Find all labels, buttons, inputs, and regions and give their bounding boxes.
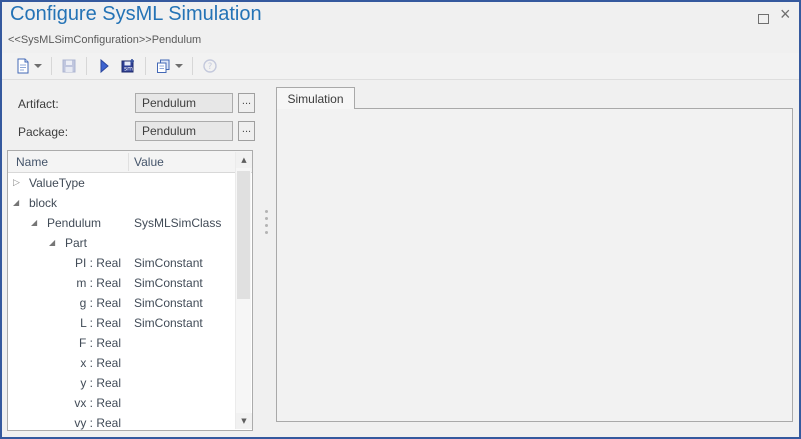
tree-item-name: m : Real xyxy=(8,273,121,293)
help-icon: ? xyxy=(202,58,218,74)
tree-item-value: SimConstant xyxy=(134,253,203,273)
run-simulation-button[interactable] xyxy=(92,54,116,78)
svg-text:?: ? xyxy=(208,62,213,72)
tree-item-name: L : Real xyxy=(8,313,121,333)
tree-item-name: Part xyxy=(65,233,87,253)
tree-item-name: Pendulum xyxy=(47,213,101,233)
tree-header: Name Value xyxy=(8,151,252,173)
toolbar: sm ? xyxy=(2,53,799,80)
tree-row[interactable]: g : Real SimConstant xyxy=(8,293,235,313)
scrollbar-thumb[interactable] xyxy=(237,171,250,299)
tree-item-name: x : Real xyxy=(8,353,121,373)
stereotype-subtitle: <<SysMLSimConfiguration>>Pendulum xyxy=(8,34,201,46)
collapse-icon[interactable]: ◢ xyxy=(31,213,37,233)
tree-row[interactable]: ▷ ValueType xyxy=(8,173,235,193)
collapse-icon[interactable]: ◢ xyxy=(49,233,55,253)
tab-simulation[interactable]: Simulation xyxy=(276,87,355,109)
tree-item-name: PI : Real xyxy=(8,253,121,273)
toolbar-separator xyxy=(145,57,146,75)
toolbar-separator xyxy=(86,57,87,75)
panel-splitter[interactable] xyxy=(265,210,268,234)
save-icon xyxy=(61,58,77,74)
tree-row[interactable]: F : Real xyxy=(8,333,235,353)
simulation-tab-page xyxy=(276,108,793,422)
tree-scrollbar[interactable]: ▲ ▼ xyxy=(235,152,251,429)
tree-item-value: SysMLSimClass xyxy=(134,213,221,233)
generate-code-icon: sm xyxy=(120,58,136,74)
tree-item-value: SimConstant xyxy=(134,313,203,333)
tree-item-name: F : Real xyxy=(8,333,121,353)
play-icon xyxy=(96,58,112,74)
tree-row[interactable]: y : Real xyxy=(8,373,235,393)
column-divider[interactable] xyxy=(128,153,129,171)
tree-item-name: g : Real xyxy=(8,293,121,313)
expand-icon[interactable]: ▷ xyxy=(13,173,20,193)
tree-row[interactable]: x : Real xyxy=(8,353,235,373)
copy-icon xyxy=(155,58,171,74)
artifact-label: Artifact: xyxy=(18,97,59,111)
tree-row[interactable]: L : Real SimConstant xyxy=(8,313,235,333)
tree-column-name[interactable]: Name xyxy=(16,155,48,169)
tree-item-value: SimConstant xyxy=(134,293,203,313)
svg-text:sm: sm xyxy=(124,66,133,73)
new-artifact-dropdown-icon[interactable] xyxy=(34,64,42,68)
tree-row[interactable]: PI : Real SimConstant xyxy=(8,253,235,273)
tree-column-value[interactable]: Value xyxy=(134,155,164,169)
close-icon[interactable]: × xyxy=(780,5,791,23)
tree-rows: ▷ValueType◢block◢PendulumSysMLSimClass◢P… xyxy=(8,173,235,430)
tree-row[interactable]: ◢ Part xyxy=(8,233,235,253)
tree-item-name: vx : Real xyxy=(8,393,121,413)
tree-item-name: vy : Real xyxy=(8,413,121,430)
new-artifact-button[interactable] xyxy=(10,54,46,78)
package-field[interactable]: Pendulum xyxy=(135,121,233,141)
toolbar-separator xyxy=(192,57,193,75)
dialog-title: Configure SysML Simulation xyxy=(10,3,262,26)
help-button[interactable]: ? xyxy=(198,54,222,78)
tree-item-name: y : Real xyxy=(8,373,121,393)
maximize-icon[interactable] xyxy=(758,14,769,24)
collapse-icon[interactable]: ◢ xyxy=(13,193,19,213)
save-button[interactable] xyxy=(57,54,81,78)
tree-item-name: ValueType xyxy=(29,173,85,193)
configuration-tree: Name Value ▷ValueType◢block◢PendulumSysM… xyxy=(7,150,253,431)
tree-row[interactable]: m : Real SimConstant xyxy=(8,273,235,293)
tree-row[interactable]: ◢ Pendulum SysMLSimClass xyxy=(8,213,235,233)
scroll-down-icon[interactable]: ▼ xyxy=(236,413,252,429)
tree-row[interactable]: ◢ block xyxy=(8,193,235,213)
package-label: Package: xyxy=(18,125,68,139)
tree-item-name: block xyxy=(29,193,57,213)
new-file-icon xyxy=(14,58,30,74)
generate-code-button[interactable]: sm xyxy=(116,54,140,78)
tree-item-value: SimConstant xyxy=(134,273,203,293)
package-browse-button[interactable]: ... xyxy=(238,121,255,141)
scroll-up-icon[interactable]: ▲ xyxy=(236,152,252,168)
artifact-browse-button[interactable]: ... xyxy=(238,93,255,113)
copy-button[interactable] xyxy=(151,54,187,78)
copy-dropdown-icon[interactable] xyxy=(175,64,183,68)
tree-row[interactable]: vx : Real xyxy=(8,393,235,413)
configure-sysml-simulation-dialog: Configure SysML Simulation × <<SysMLSimC… xyxy=(0,0,801,439)
tree-row[interactable]: vy : Real xyxy=(8,413,235,430)
toolbar-separator xyxy=(51,57,52,75)
artifact-field[interactable]: Pendulum xyxy=(135,93,233,113)
